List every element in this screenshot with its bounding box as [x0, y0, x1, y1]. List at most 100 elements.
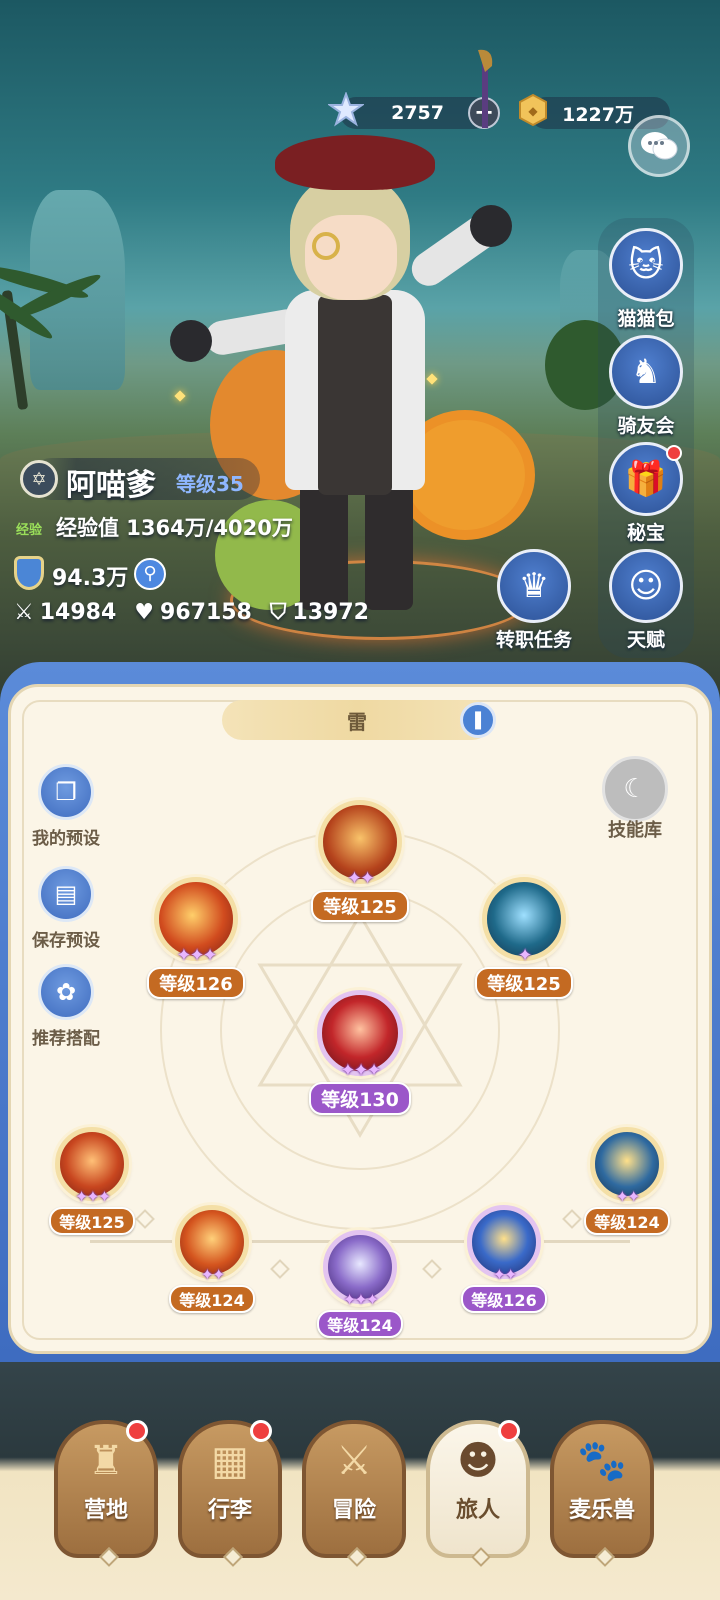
- skill-stars: ✦✦✦: [74, 1187, 111, 1206]
- brain-icon: ☺: [609, 549, 683, 623]
- preset-icon: ❐: [38, 764, 94, 820]
- skill-icon: ✦: [482, 877, 566, 966]
- tab-traveler-label: 旅人: [455, 1498, 500, 1523]
- player-character[interactable]: [150, 120, 530, 640]
- skill-slot-3[interactable]: ✦ 等级125: [464, 877, 584, 999]
- skill-icon: ✦✦✦: [317, 990, 403, 1081]
- treasure-icon: 🎁: [609, 442, 683, 516]
- skill-stars: ✦✦: [200, 1265, 226, 1284]
- player-level: 等级35: [176, 472, 244, 496]
- chat-button[interactable]: [628, 115, 690, 177]
- gem-amount: 2757: [391, 102, 444, 124]
- tab-luggage-label: 行李: [207, 1498, 252, 1523]
- skill-level: 等级126: [461, 1285, 547, 1313]
- skill-level: 等级124: [169, 1285, 255, 1313]
- talent-button[interactable]: ☺ 天赋: [596, 549, 696, 652]
- chat-icon: [641, 132, 678, 160]
- skill-icon: ✦✦✦: [55, 1127, 129, 1206]
- notification-dot: [126, 1420, 148, 1442]
- exp-tag: 经验: [16, 523, 43, 538]
- skill-slot-8[interactable]: ✦✦ 等级126: [452, 1205, 556, 1313]
- castle-icon: ♜: [88, 1438, 124, 1484]
- skill-icon: ✦✦: [318, 800, 402, 889]
- skill-icon: ✦✦: [467, 1205, 541, 1284]
- tab-camp[interactable]: ♜ 营地: [54, 1420, 158, 1567]
- notification-dot: [498, 1420, 520, 1442]
- tab-traveler[interactable]: ☻ 旅人: [426, 1420, 530, 1567]
- save-icon: ▤: [38, 866, 94, 922]
- save-preset-button[interactable]: ▤ 保存预设: [16, 866, 116, 951]
- save-preset-label: 保存预设: [32, 931, 100, 951]
- skill-slot-2[interactable]: ✦✦✦ 等级126: [136, 877, 256, 999]
- combat-power-icon: [14, 556, 44, 590]
- shield-icon: ⛉: [269, 600, 287, 625]
- element-info-button[interactable]: ❚: [460, 702, 496, 738]
- swords-icon: ⚔: [336, 1438, 372, 1484]
- skill-slot-5[interactable]: ✦✦✦ 等级125: [42, 1127, 142, 1235]
- treasure-button[interactable]: 🎁 秘宝: [596, 442, 696, 545]
- heart-icon: ♥: [134, 600, 155, 625]
- my-preset-label: 我的预设: [32, 829, 100, 849]
- cat-bag-label: 猫猫包: [617, 308, 675, 330]
- power-detail-button[interactable]: ⚲: [134, 558, 166, 590]
- job-quest-label: 转职任务: [495, 629, 572, 651]
- defense-value: 13972: [292, 600, 369, 625]
- my-preset-button[interactable]: ❐ 我的预设: [16, 764, 116, 849]
- treasure-label: 秘宝: [626, 522, 665, 544]
- svg-text:◆: ◆: [528, 104, 538, 118]
- character-glove: [170, 320, 212, 362]
- skill-level: 等级124: [317, 1310, 403, 1338]
- skill-stars: ✦: [517, 945, 532, 966]
- exp-value: 经验值 1364万/4020万: [56, 516, 293, 540]
- character-hat: [275, 135, 435, 190]
- element-selector[interactable]: 雷: [222, 700, 492, 740]
- notification-dot: [666, 445, 682, 461]
- cat-bag-button[interactable]: 🐱 猫猫包: [596, 228, 696, 331]
- skill-level: 等级125: [49, 1207, 135, 1235]
- beast-icon: 🐾: [577, 1438, 627, 1484]
- tab-luggage[interactable]: ▦ 行李: [178, 1420, 282, 1567]
- recommend-icon: ✿: [38, 964, 94, 1020]
- skill-icon: ✦✦: [175, 1205, 249, 1284]
- crown-icon: ♛: [497, 549, 571, 623]
- cat-bag-icon: 🐱: [609, 228, 683, 302]
- skill-icon: ✦✦: [590, 1127, 664, 1206]
- recommended-build-button[interactable]: ✿ 推荐搭配: [16, 964, 116, 1049]
- skill-level: 等级125: [475, 967, 573, 999]
- skill-slot-9[interactable]: ✦✦ 等级124: [574, 1127, 680, 1235]
- tab-adventure[interactable]: ⚔ 冒险: [302, 1420, 406, 1567]
- skill-slot-6[interactable]: ✦✦ 等级124: [162, 1205, 262, 1313]
- skill-icon: ✦✦✦: [154, 877, 238, 966]
- skill-icon: ✦✦✦: [323, 1230, 397, 1309]
- tab-beast-label: 麦乐兽: [568, 1498, 635, 1523]
- tab-beast[interactable]: 🐾 麦乐兽: [550, 1420, 654, 1567]
- rider-club-button[interactable]: ♞ 骑友会: [596, 335, 696, 438]
- character-leg: [365, 480, 413, 610]
- attack-value: 14984: [39, 600, 117, 625]
- skill-library-button[interactable]: ☾ 技能库: [590, 756, 680, 842]
- skill-stars: ✦✦: [492, 1265, 518, 1284]
- player-name: 阿喵爹: [66, 468, 156, 503]
- coin-amount: 1227万: [562, 103, 634, 126]
- skill-stars: ✦✦✦: [340, 1060, 381, 1081]
- skill-level: 等级130: [309, 1082, 411, 1115]
- hp-value: 967158: [160, 600, 252, 625]
- recommended-build-label: 推荐搭配: [32, 1029, 100, 1049]
- player-emblem-icon[interactable]: ✡: [20, 460, 58, 498]
- skill-level: 等级125: [311, 890, 409, 922]
- character-glove: [470, 205, 512, 247]
- skill-library-label: 技能库: [608, 820, 662, 841]
- skill-slot-7[interactable]: ✦✦✦ 等级124: [306, 1230, 414, 1338]
- horse-icon: ♞: [609, 335, 683, 409]
- coin-icon: ◆: [513, 90, 553, 130]
- tab-adventure-label: 冒险: [331, 1498, 376, 1523]
- chest-icon: ▦: [211, 1438, 249, 1484]
- search-icon: ⚲: [143, 563, 157, 584]
- job-quest-button[interactable]: ♛ 转职任务: [484, 549, 584, 652]
- skill-slot-4[interactable]: ✦✦✦ 等级130: [296, 990, 424, 1115]
- rider-club-label: 骑友会: [617, 415, 675, 437]
- combat-power: 94.3万: [52, 566, 129, 591]
- skill-slot-1[interactable]: ✦✦ 等级125: [300, 800, 420, 922]
- skill-stars: ✦✦: [615, 1187, 641, 1206]
- character-vest: [318, 295, 392, 495]
